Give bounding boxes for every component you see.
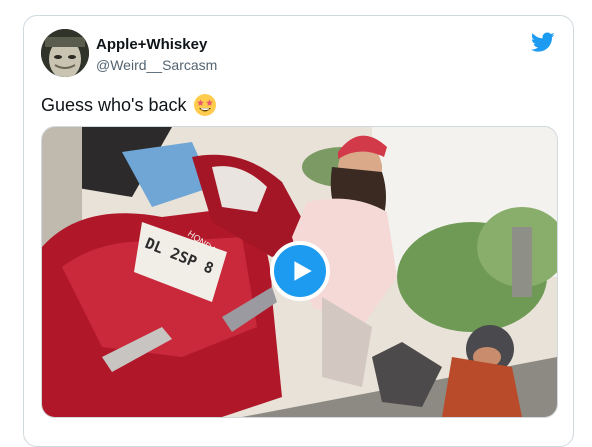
author-name[interactable]: Apple+Whiskey	[96, 36, 207, 53]
play-icon	[294, 261, 312, 281]
tweet-text-content: Guess who's back	[41, 94, 187, 115]
tweet-card[interactable]: Apple+Whiskey @Weird__Sarcasm Guess who'…	[23, 15, 574, 447]
star-struck-emoji	[193, 94, 216, 116]
video-player[interactable]: DL 2SP 8 HONDA	[41, 126, 558, 418]
tweet-text: Guess who's back	[41, 93, 217, 117]
avatar-image	[41, 29, 89, 77]
avatar[interactable]	[41, 29, 89, 77]
twitter-bird-icon[interactable]	[531, 30, 555, 54]
play-button[interactable]	[270, 241, 330, 301]
author-handle[interactable]: @Weird__Sarcasm	[96, 57, 217, 73]
